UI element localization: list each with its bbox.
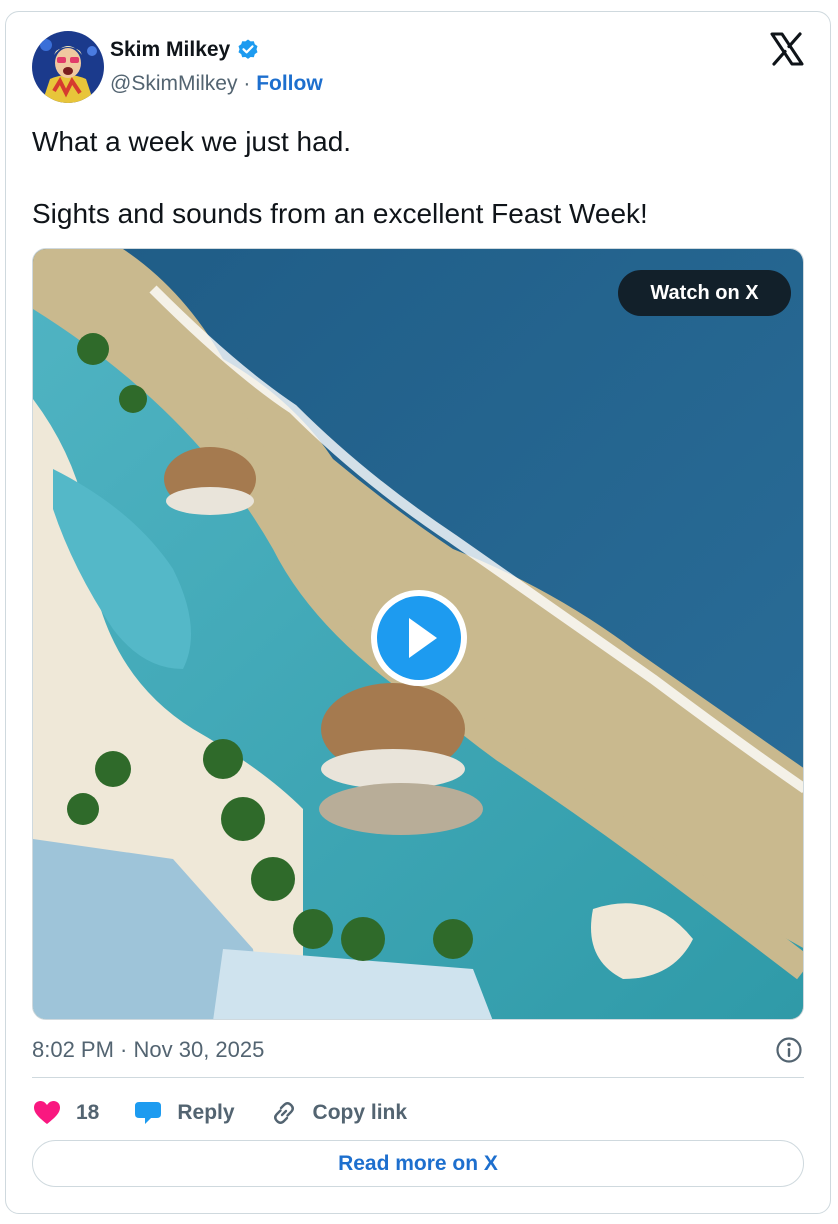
- like-button[interactable]: 18: [32, 1098, 99, 1128]
- copy-link-button[interactable]: Copy link: [269, 1098, 408, 1128]
- tweet-timestamp[interactable]: 8:02 PM · Nov 30, 2025: [32, 1037, 264, 1063]
- copy-link-label: Copy link: [312, 1101, 408, 1124]
- author-name-row: Skim Milkey: [110, 38, 260, 62]
- info-icon[interactable]: [775, 1036, 803, 1064]
- read-more-button[interactable]: Read more on X: [32, 1140, 804, 1187]
- link-icon: [273, 1102, 294, 1124]
- tweet-card: Skim Milkey @SkimMilkey · Follow What a …: [5, 11, 831, 1214]
- x-logo-icon[interactable]: [770, 32, 804, 66]
- play-icon[interactable]: [369, 588, 469, 688]
- tweet-line: Sights and sounds from an excellent Feas…: [32, 198, 648, 229]
- like-count: 18: [76, 1101, 100, 1124]
- reply-bubble-icon: [135, 1102, 162, 1124]
- tweet-line: What a week we just had.: [32, 126, 352, 157]
- author-name[interactable]: Skim Milkey: [110, 38, 230, 62]
- video-thumbnail[interactable]: Watch on X: [32, 248, 804, 1020]
- tweet-text: What a week we just had. Sights and soun…: [32, 124, 792, 268]
- handle-row: @SkimMilkey · Follow: [110, 72, 323, 96]
- reply-label: Reply: [177, 1101, 235, 1124]
- verified-badge-icon: [238, 39, 258, 59]
- action-bar: 18 Reply Copy link: [32, 1095, 441, 1131]
- avatar[interactable]: [32, 31, 104, 103]
- heart-icon: [34, 1101, 60, 1124]
- divider: [32, 1077, 804, 1078]
- follow-link[interactable]: Follow: [256, 72, 323, 95]
- separator-dot: ·: [243, 72, 251, 95]
- author-handle[interactable]: @SkimMilkey: [110, 72, 238, 95]
- reply-button[interactable]: Reply: [133, 1098, 235, 1128]
- watch-on-x-button[interactable]: Watch on X: [618, 270, 791, 316]
